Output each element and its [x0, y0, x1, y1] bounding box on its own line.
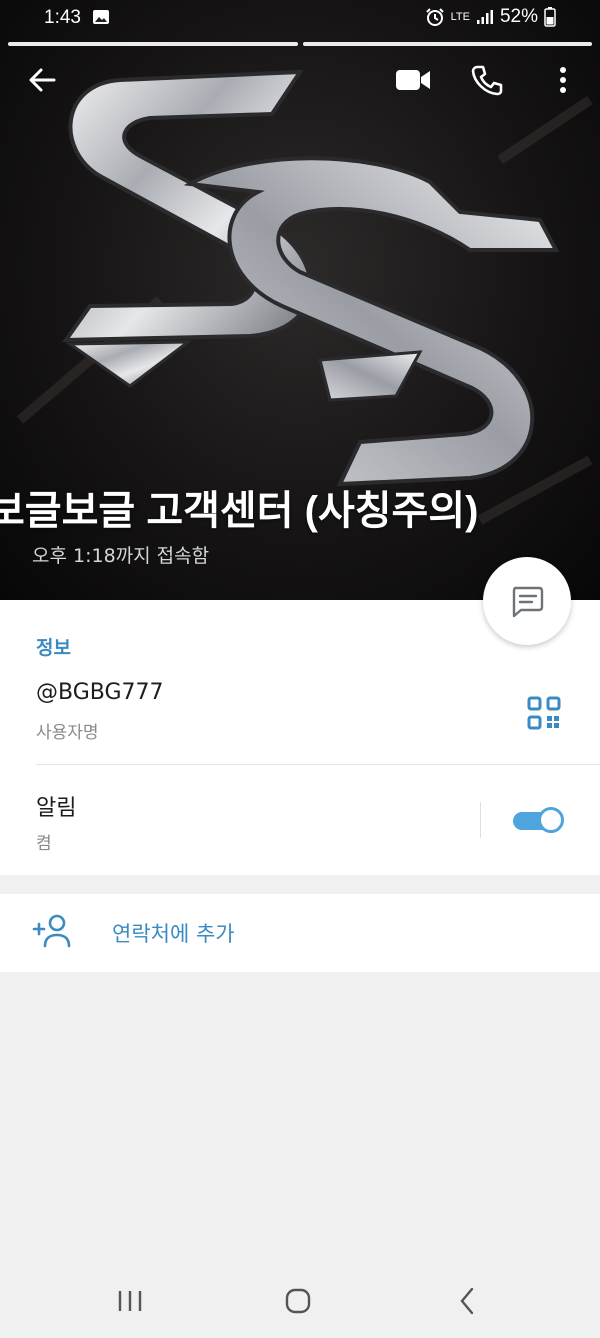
qr-code-button[interactable]: [526, 695, 562, 731]
battery-percent: 52%: [499, 6, 538, 27]
info-section-title: 정보: [36, 637, 71, 659]
home-icon: [285, 1288, 311, 1314]
message-icon: [512, 586, 544, 618]
story-segment: [302, 42, 592, 46]
signal-icon: [476, 10, 493, 24]
back-button[interactable]: [20, 58, 64, 102]
vertical-separator: [480, 802, 481, 838]
qr-code-icon: [527, 696, 561, 730]
profile-photo[interactable]: 1:43 LTE 52% 보글보글 고객센터 (사칭주의) 오후 1:18까지 …: [0, 0, 600, 600]
more-vertical-icon: [560, 67, 566, 93]
call-button[interactable]: [465, 58, 509, 102]
system-nav-bar: [0, 1265, 600, 1338]
profile-name: 보글보글 고객센터 (사칭주의): [0, 478, 600, 536]
arrow-left-icon: [29, 68, 56, 92]
last-seen-status: 오후 1:18까지 접속함: [32, 545, 210, 567]
username-label: 사용자명: [36, 723, 99, 743]
recent-apps-button[interactable]: [105, 1281, 155, 1321]
status-bar: 1:43 LTE 52%: [0, 0, 600, 38]
video-call-button[interactable]: [391, 58, 435, 102]
chevron-left-icon: [460, 1287, 474, 1315]
gallery-notification-icon: [93, 10, 109, 24]
story-progress: [8, 42, 592, 46]
add-user-icon: [32, 914, 71, 948]
story-segment: [8, 42, 298, 46]
back-nav-button[interactable]: [442, 1281, 492, 1321]
notifications-label[interactable]: 알림: [36, 790, 76, 822]
row-divider: [36, 764, 600, 765]
notifications-toggle[interactable]: [512, 805, 566, 835]
phone-icon: [471, 65, 503, 96]
home-button[interactable]: [273, 1281, 323, 1321]
network-type: LTE: [450, 11, 470, 23]
add-contact-row[interactable]: 연락처에 추가: [0, 894, 600, 972]
message-button[interactable]: [483, 557, 571, 645]
profile-name-text: 보글보글 고객센터 (사칭주의): [0, 489, 479, 533]
status-time: 1:43: [44, 7, 81, 28]
toggle-knob: [538, 807, 564, 833]
username-value[interactable]: @BGBG777: [36, 680, 164, 705]
recent-apps-icon: [118, 1291, 142, 1311]
battery-icon: [544, 7, 556, 27]
notifications-value: 켬: [36, 834, 52, 854]
alarm-icon: [425, 8, 444, 26]
more-options-button[interactable]: [541, 58, 585, 102]
add-contact-label[interactable]: 연락처에 추가: [112, 918, 235, 948]
video-call-icon: [396, 70, 430, 90]
